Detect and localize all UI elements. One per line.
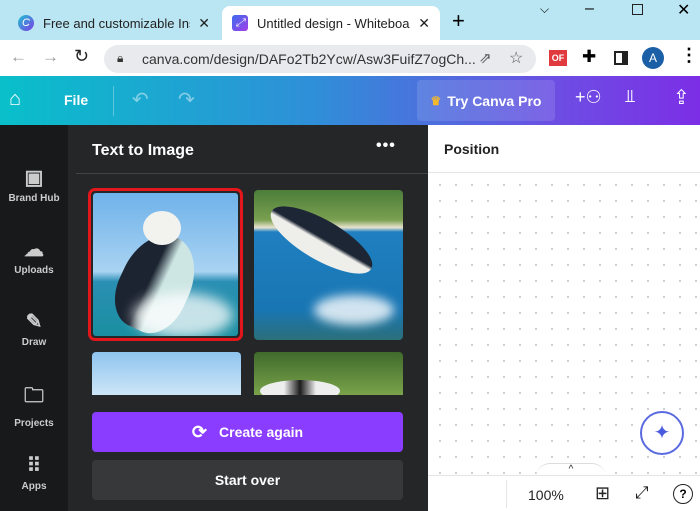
zoom-level[interactable]: 100% — [528, 487, 564, 503]
extension-icon[interactable]: OF — [549, 50, 567, 66]
divider — [506, 480, 507, 508]
magic-sparkle-button[interactable]: ✦ — [640, 411, 684, 455]
text-to-image-panel: Text to Image ••• ⟳ Create again Start o… — [68, 125, 428, 511]
create-again-button[interactable]: ⟳ Create again — [92, 412, 403, 452]
rail-label: Brand Hub — [8, 193, 60, 204]
canva-favicon-icon: C — [18, 15, 34, 31]
fullscreen-icon[interactable]: ⤢ — [635, 483, 649, 503]
generated-image-selected[interactable] — [88, 188, 243, 341]
whiteboard-favicon-icon: ⤢ — [232, 15, 248, 31]
generated-image[interactable] — [254, 190, 403, 340]
create-again-label: Create again — [219, 424, 304, 440]
try-pro-label: Try Canva Pro — [447, 92, 542, 109]
divider — [76, 173, 428, 174]
grid-view-icon[interactable]: ⊞ — [595, 483, 610, 504]
panel-title: Text to Image — [92, 142, 194, 159]
browser-menu-icon[interactable]: ⋮ — [680, 45, 698, 66]
rail-label: Uploads — [14, 265, 54, 276]
panda-head — [143, 211, 181, 245]
more-options-icon[interactable]: ••• — [376, 137, 396, 155]
extensions-puzzle-icon[interactable]: ✚ — [582, 47, 596, 67]
start-over-button[interactable]: Start over — [92, 460, 403, 500]
browser-tab-active[interactable]: ⤢ Untitled design - Whiteboard ✕ — [222, 6, 440, 40]
upload-cloud-icon: ☁ — [24, 239, 44, 261]
url-field[interactable]: 🔒︎ canva.com/design/DAFo2Tb2Ycw/Asw3Fuif… — [104, 45, 536, 73]
dolphin-shape — [260, 380, 340, 395]
draw-icon: ✎ — [25, 311, 43, 333]
side-panel-icon[interactable] — [614, 51, 628, 65]
bottom-bar: 100% ⊞ ⤢ ? — [428, 475, 700, 511]
tab-title: Free and customizable Instag — [43, 15, 190, 31]
folder-icon: 🗀 — [24, 385, 44, 407]
profile-avatar[interactable]: A — [642, 47, 664, 69]
rail-item-apps[interactable]: ⠿ Apps — [0, 453, 68, 492]
brand-hub-icon: ▣ — [24, 167, 44, 189]
rail-item-uploads[interactable]: ☁ Uploads — [0, 237, 68, 276]
lock-icon: 🔒︎ — [117, 51, 124, 65]
rail-label: Projects — [14, 418, 54, 429]
dolphin-shape — [261, 193, 382, 287]
browser-tab[interactable]: C Free and customizable Instag ✕ — [8, 6, 220, 40]
refresh-icon: ⟳ — [191, 421, 208, 442]
whiteboard-canvas[interactable]: Position ✦ ^ 100% ⊞ ⤢ ? — [428, 125, 700, 511]
help-icon[interactable]: ? — [673, 484, 693, 504]
rail-item-projects[interactable]: 🗀 Projects — [0, 381, 68, 429]
forward-icon[interactable]: → — [42, 47, 59, 67]
canva-toolbar: ⌂ File ↶ ↷ ♛ Try Canva Pro +⚇ ⫫ ⇪ — [0, 76, 700, 125]
upload-share-icon[interactable]: ⇪ — [673, 85, 690, 110]
undo-icon[interactable]: ↶ — [132, 87, 149, 112]
rail-item-draw[interactable]: ✎ Draw — [0, 309, 68, 348]
splash — [133, 293, 233, 336]
generated-image[interactable] — [92, 352, 241, 395]
back-icon[interactable]: ← — [10, 47, 27, 67]
close-window-icon[interactable]: ✕ — [677, 0, 690, 20]
address-bar-row: ← → ↻ 🔒︎ canva.com/design/DAFo2Tb2Ycw/As… — [0, 40, 700, 76]
apps-grid-icon: ⠿ — [26, 455, 42, 477]
share-icon[interactable]: ⇗ — [479, 49, 492, 67]
redo-icon[interactable]: ↷ — [178, 87, 195, 112]
generated-image[interactable] — [254, 352, 403, 395]
context-toolbar: Position — [428, 125, 700, 173]
tab-title: Untitled design - Whiteboard — [257, 15, 411, 31]
maximize-icon[interactable] — [632, 4, 643, 15]
share-people-icon[interactable]: +⚇ — [575, 87, 602, 108]
reload-icon[interactable]: ↻ — [74, 46, 89, 67]
close-tab-icon[interactable]: ✕ — [418, 15, 430, 32]
tab-search-chevron-icon[interactable]: ⌵ — [540, 2, 549, 17]
file-menu-button[interactable]: File — [64, 92, 88, 108]
insights-chart-icon[interactable]: ⫫ — [625, 86, 635, 107]
url-text: canva.com/design/DAFo2Tb2Ycw/Asw3FuifZ7o… — [142, 51, 476, 67]
rail-label: Draw — [21, 337, 47, 348]
close-tab-icon[interactable]: ✕ — [198, 15, 210, 32]
minimize-icon[interactable]: – — [585, 0, 594, 18]
splash — [314, 295, 394, 325]
rail-item-brand-hub[interactable]: ▣ Brand Hub — [0, 165, 68, 204]
side-rail: ▣ Brand Hub ☁ Uploads ✎ Draw 🗀 Projects ⠿ App… — [0, 125, 68, 511]
crown-icon: ♛ — [430, 93, 442, 108]
position-button[interactable]: Position — [444, 141, 499, 157]
bookmark-star-icon[interactable]: ☆ — [509, 48, 523, 68]
browser-tab-bar: C Free and customizable Instag ✕ ⤢ Untit… — [0, 0, 700, 40]
divider — [113, 86, 114, 116]
home-icon[interactable]: ⌂ — [9, 88, 21, 111]
new-tab-icon[interactable]: + — [452, 8, 465, 34]
try-canva-pro-button[interactable]: ♛ Try Canva Pro — [417, 80, 555, 121]
rail-label: Apps — [21, 481, 47, 492]
